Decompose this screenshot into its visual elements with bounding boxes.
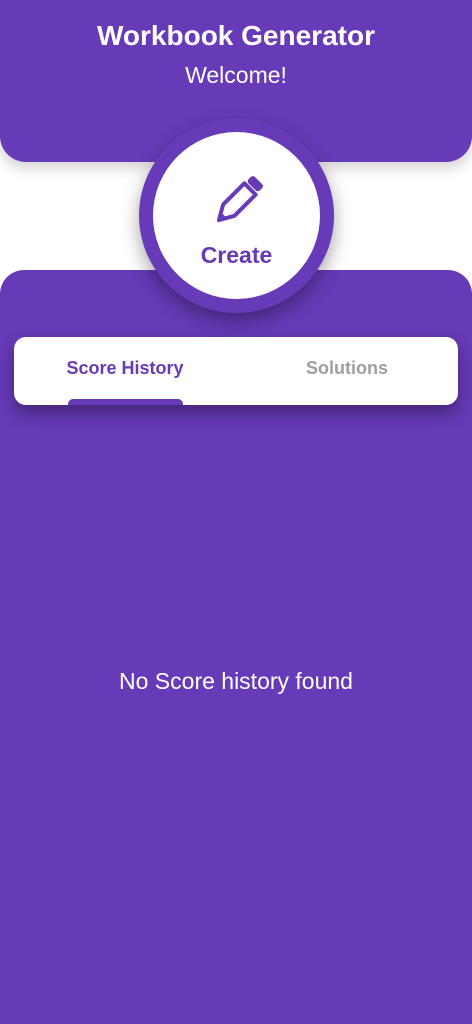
tab-bar: Score History Solutions xyxy=(14,337,458,405)
app-title: Workbook Generator xyxy=(97,20,375,51)
empty-state-message: No Score history found xyxy=(119,668,353,694)
tab-solutions[interactable]: Solutions xyxy=(236,337,458,405)
create-button-label: Create xyxy=(200,242,273,268)
tab-score-history[interactable]: Score History xyxy=(14,337,236,405)
create-button-ring: Create xyxy=(139,118,334,313)
tab-selected-indicator xyxy=(68,399,183,405)
create-button[interactable]: Create xyxy=(153,132,320,299)
welcome-subtitle: Welcome! xyxy=(185,62,287,88)
pencil-icon xyxy=(216,176,263,223)
